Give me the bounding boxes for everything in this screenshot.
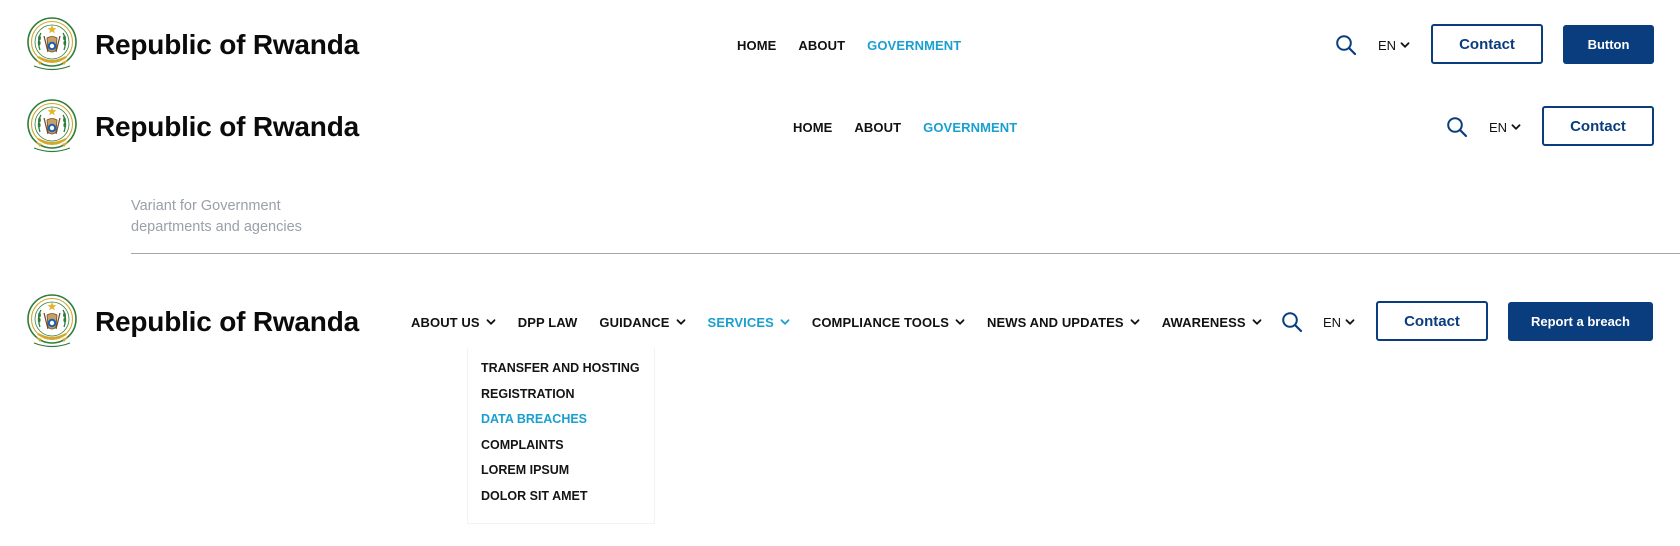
rwanda-seal-icon: [26, 98, 78, 156]
nav-news-and-updates-label: NEWS AND UPDATES: [987, 314, 1124, 330]
dropdown-item-transfer-and-hosting[interactable]: TRANSFER AND HOSTING: [481, 360, 654, 386]
nav-about[interactable]: ABOUT: [854, 120, 901, 135]
chevron-down-icon: [676, 317, 686, 327]
nav-news-and-updates[interactable]: NEWS AND UPDATES: [987, 315, 1140, 330]
chevron-down-icon: [1511, 122, 1521, 132]
language-label: EN: [1323, 314, 1342, 330]
nav-awareness-label: AWARENESS: [1161, 314, 1246, 330]
brand-title: Republic of Rwanda: [95, 111, 359, 142]
dropdown-item-dolor-sit-amet[interactable]: DOLOR SIT AMET: [481, 488, 654, 514]
language-label: EN: [1378, 37, 1397, 53]
rwanda-seal-icon: [26, 293, 78, 351]
services-dropdown-menu: TRANSFER AND HOSTING REGISTRATION DATA B…: [467, 348, 655, 524]
language-label: EN: [1489, 119, 1508, 135]
section-divider: [131, 253, 1680, 254]
chevron-down-icon: [1130, 317, 1140, 327]
brand-title: Republic of Rwanda: [95, 29, 359, 60]
nav-about-us[interactable]: ABOUT US: [411, 315, 496, 330]
brand-title: Republic of Rwanda: [95, 306, 359, 337]
chevron-down-icon: [780, 317, 790, 327]
dropdown-item-complaints[interactable]: COMPLAINTS: [481, 437, 654, 463]
nav-dpp-law[interactable]: DPP LAW: [518, 315, 578, 330]
chevron-down-icon: [486, 317, 496, 327]
main-nav: HOME ABOUT GOVERNMENT: [793, 92, 1039, 162]
brand-home-link[interactable]: Republic of Rwanda: [26, 293, 359, 351]
nav-home[interactable]: HOME: [793, 120, 832, 135]
language-selector[interactable]: EN: [1489, 92, 1521, 162]
language-selector[interactable]: EN: [1323, 287, 1355, 357]
chevron-down-icon: [955, 317, 965, 327]
nav-guidance[interactable]: GUIDANCE: [599, 315, 685, 330]
nav-dpp-law-label: DPP LAW: [517, 314, 578, 330]
dropdown-item-lorem-ipsum[interactable]: LOREM IPSUM: [481, 462, 654, 488]
nav-compliance-tools[interactable]: COMPLIANCE TOOLS: [812, 315, 965, 330]
variant-note-line-2: departments and agencies: [131, 219, 302, 235]
variant-note: Variant for Government departments and a…: [131, 196, 371, 238]
nav-home[interactable]: HOME: [737, 38, 776, 53]
chevron-down-icon: [1400, 40, 1410, 50]
chevron-down-icon: [1252, 317, 1262, 327]
nav-government[interactable]: GOVERNMENT: [923, 120, 1017, 135]
chevron-down-icon: [1345, 317, 1355, 327]
nav-services[interactable]: SERVICES: [708, 315, 790, 330]
dropdown-item-data-breaches[interactable]: DATA BREACHES: [481, 411, 654, 437]
main-nav: ABOUT US DPP LAW GUIDANCE SERVICES COMPL…: [411, 287, 1284, 357]
contact-button[interactable]: Contact: [1376, 301, 1488, 341]
report-breach-button[interactable]: Report a breach: [1508, 302, 1653, 341]
variant-note-line-1: Variant for Government: [131, 198, 281, 214]
nav-awareness[interactable]: AWARENESS: [1162, 315, 1262, 330]
nav-about-us-label: ABOUT US: [411, 314, 480, 330]
header-variant-2: Republic of Rwanda HOME ABOUT GOVERNMENT…: [0, 92, 1680, 162]
contact-button[interactable]: Contact: [1542, 106, 1654, 146]
search-icon[interactable]: [1335, 34, 1357, 56]
nav-about[interactable]: ABOUT: [798, 38, 845, 53]
nav-government[interactable]: GOVERNMENT: [867, 38, 961, 53]
nav-guidance-label: GUIDANCE: [599, 314, 670, 330]
header-variant-1: Republic of Rwanda HOME ABOUT GOVERNMENT…: [0, 10, 1680, 80]
nav-services-label: SERVICES: [707, 314, 774, 330]
rwanda-seal-icon: [26, 16, 78, 74]
search-icon[interactable]: [1446, 116, 1468, 138]
nav-compliance-tools-label: COMPLIANCE TOOLS: [811, 314, 950, 330]
dropdown-item-registration[interactable]: REGISTRATION: [481, 386, 654, 412]
primary-button[interactable]: Button: [1563, 25, 1654, 64]
main-nav: HOME ABOUT GOVERNMENT: [737, 10, 983, 80]
brand-home-link[interactable]: Republic of Rwanda: [26, 16, 359, 74]
brand-home-link[interactable]: Republic of Rwanda: [26, 98, 359, 156]
contact-button[interactable]: Contact: [1431, 24, 1543, 64]
search-icon[interactable]: [1281, 311, 1303, 333]
language-selector[interactable]: EN: [1378, 10, 1410, 80]
header-variant-3: Republic of Rwanda ABOUT US DPP LAW GUID…: [0, 287, 1680, 357]
